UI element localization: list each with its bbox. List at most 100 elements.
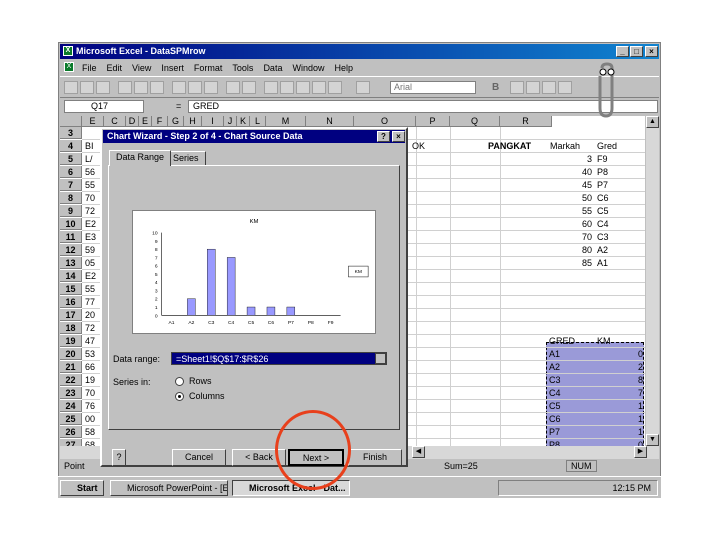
task-powerpoint[interactable]: Microsoft PowerPoint - [Ex... — [110, 480, 228, 496]
cell-col-a[interactable]: 70 — [85, 387, 95, 399]
column-header[interactable]: Q — [450, 116, 500, 127]
save-icon[interactable] — [96, 81, 110, 94]
column-header[interactable]: R — [500, 116, 552, 127]
cell-markah[interactable]: 60 — [550, 218, 592, 230]
autosum-icon[interactable] — [280, 81, 294, 94]
cell-col-a[interactable]: 20 — [85, 309, 95, 321]
start-button[interactable]: Start — [60, 480, 104, 496]
cell-gred[interactable]: A2 — [597, 244, 608, 256]
office-assistant-clippy[interactable] — [592, 62, 622, 120]
columns-radio[interactable] — [175, 392, 184, 401]
row-header[interactable]: 24 — [60, 400, 82, 412]
hscroll-right-icon[interactable]: ▶ — [634, 446, 647, 458]
row-header[interactable]: 3 — [60, 127, 82, 139]
wizard-help-button[interactable]: ? — [112, 449, 126, 466]
align-right-icon[interactable] — [542, 81, 556, 94]
cell-sel-km[interactable]: 0 — [597, 439, 643, 446]
cell-sel-km[interactable]: 8 — [597, 374, 643, 386]
paste-icon[interactable] — [204, 81, 218, 94]
menu-file[interactable]: File — [82, 63, 97, 73]
maximize-button[interactable]: □ — [630, 46, 643, 57]
column-header[interactable]: O — [354, 116, 416, 127]
preview-icon[interactable] — [134, 81, 148, 94]
new-icon[interactable] — [64, 81, 78, 94]
close-button[interactable]: × — [645, 46, 658, 57]
tab-data-range[interactable]: Data Range — [109, 150, 172, 166]
cell-markah[interactable]: 3 — [550, 153, 592, 165]
row-header[interactable]: 13 — [60, 257, 82, 269]
column-header[interactable]: N — [306, 116, 354, 127]
tab-series[interactable]: Series — [166, 151, 206, 166]
sort-desc-icon[interactable] — [312, 81, 326, 94]
column-header[interactable]: K — [237, 116, 250, 127]
data-range-input[interactable]: =Sheet1!$Q$17:$R$26 — [171, 352, 387, 365]
cell-sel-gred-header[interactable]: GRED — [549, 335, 575, 347]
column-header[interactable]: P — [416, 116, 450, 127]
cell-col-a[interactable]: 47 — [85, 335, 95, 347]
cell-sel-km-header[interactable]: KM — [597, 335, 611, 347]
redo-icon[interactable] — [242, 81, 256, 94]
name-box[interactable]: Q17 — [64, 100, 144, 113]
cell-gred[interactable]: F9 — [597, 153, 608, 165]
cell-sel-km[interactable]: 1 — [597, 413, 643, 425]
row-header[interactable]: 9 — [60, 205, 82, 217]
row-header[interactable]: 22 — [60, 374, 82, 386]
cell-col-a[interactable]: E2 — [85, 270, 96, 282]
undo-icon[interactable] — [226, 81, 240, 94]
row-header[interactable]: 20 — [60, 348, 82, 360]
cell-col-a[interactable]: 55 — [85, 283, 95, 295]
cut-icon[interactable] — [172, 81, 186, 94]
row-header[interactable]: 15 — [60, 283, 82, 295]
cell-sel-grade[interactable]: A2 — [549, 361, 560, 373]
cell-sel-grade[interactable]: P7 — [549, 426, 560, 438]
row-header[interactable]: 23 — [60, 387, 82, 399]
cell-col-a[interactable]: 55 — [85, 179, 95, 191]
formula-input[interactable]: GRED — [188, 100, 658, 113]
rows-radio[interactable] — [175, 377, 184, 386]
vertical-scrollbar[interactable]: ▲ ▼ — [646, 116, 659, 446]
row-header[interactable]: 27 — [60, 439, 82, 446]
column-header[interactable]: I — [202, 116, 224, 127]
cell-col-a[interactable]: 76 — [85, 400, 95, 412]
cell-sel-km[interactable]: 1 — [597, 426, 643, 438]
column-header[interactable]: J — [224, 116, 237, 127]
hscroll-left-icon[interactable]: ◀ — [412, 446, 425, 458]
column-header[interactable]: H — [184, 116, 202, 127]
hyperlink-icon[interactable] — [264, 81, 278, 94]
cell-col-a[interactable]: BI — [85, 140, 94, 152]
column-header[interactable]: D — [126, 116, 139, 127]
row-header[interactable]: 4 — [60, 140, 82, 152]
cell-markah[interactable]: 55 — [550, 205, 592, 217]
cell-header-gred[interactable]: Gred — [597, 140, 617, 152]
cell-col-a[interactable]: 72 — [85, 322, 95, 334]
menu-format[interactable]: Format — [194, 63, 223, 73]
column-header[interactable]: E — [82, 116, 104, 127]
cell-markah[interactable]: 45 — [550, 179, 592, 191]
cell-markah[interactable]: 50 — [550, 192, 592, 204]
cell-col-a[interactable]: 56 — [85, 166, 95, 178]
dialog-close-button[interactable]: × — [392, 131, 405, 142]
row-header[interactable]: 16 — [60, 296, 82, 308]
row-header[interactable]: 17 — [60, 309, 82, 321]
cell-col-a[interactable]: E2 — [85, 218, 96, 230]
row-header[interactable]: 5 — [60, 153, 82, 165]
open-icon[interactable] — [80, 81, 94, 94]
cell-markah[interactable]: 70 — [550, 231, 592, 243]
scroll-up-icon[interactable]: ▲ — [646, 116, 659, 128]
cell-gred[interactable]: C3 — [597, 231, 609, 243]
cell-sel-grade[interactable]: C5 — [549, 400, 561, 412]
row-header[interactable]: 21 — [60, 361, 82, 373]
cell-sel-grade[interactable]: C3 — [549, 374, 561, 386]
menu-view[interactable]: View — [132, 63, 151, 73]
cell-col-a[interactable]: 77 — [85, 296, 95, 308]
cell-header-n[interactable]: OK — [412, 140, 425, 152]
column-header[interactable]: M — [266, 116, 306, 127]
sort-asc-icon[interactable] — [296, 81, 310, 94]
row-header[interactable]: 18 — [60, 322, 82, 334]
cell-gred[interactable]: C6 — [597, 192, 609, 204]
menu-help[interactable]: Help — [334, 63, 353, 73]
cell-col-a[interactable]: 05 — [85, 257, 95, 269]
workbook-icon[interactable]: X — [64, 62, 74, 72]
menu-tools[interactable]: Tools — [232, 63, 253, 73]
column-header[interactable]: F — [152, 116, 168, 127]
